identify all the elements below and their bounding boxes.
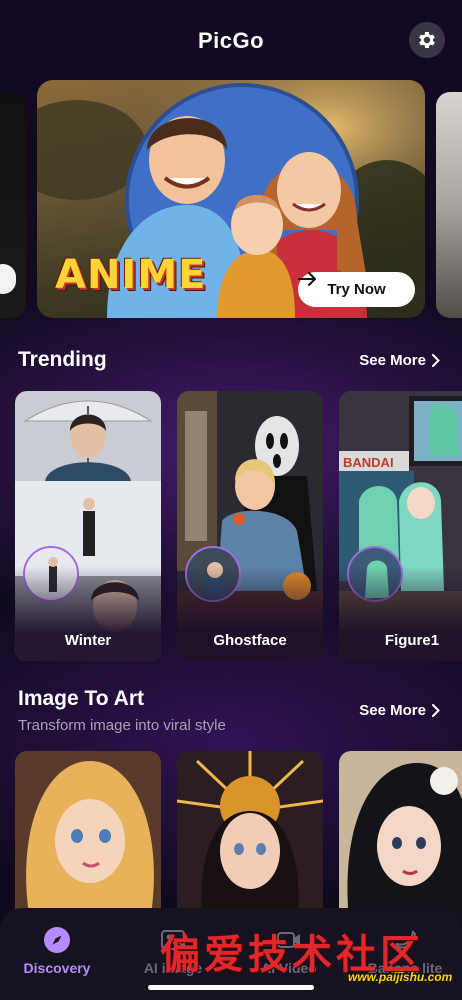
app-title: PicGo [197,28,265,53]
art-card-flower-girl[interactable] [339,751,462,921]
app-screen: PicGo ANIME Try Now Trending See More Wi… [0,0,462,1000]
arrow-right-icon [298,272,316,286]
trending-card-winter[interactable]: Winter [15,391,161,661]
flower-girl-artwork [339,751,462,921]
trending-see-more-button[interactable]: See More [359,352,440,369]
watermark-url: www.paijishu.com [348,970,453,984]
chevron-right-icon [432,354,440,367]
try-now-label: Try Now [327,281,386,298]
see-more-label: See More [359,352,426,369]
see-more-label: See More [359,702,426,719]
banner-prev-button[interactable] [0,264,16,294]
image-to-art-title: Image To Art [18,687,145,710]
banner-card[interactable]: ANIME Try Now [37,80,425,318]
gear-icon [419,32,435,48]
header: PicGo [0,0,462,80]
trending-title: Trending [18,348,107,371]
settings-button[interactable] [409,22,445,58]
watermark: 偏爱技术社区 www.paijishu.com [160,918,460,988]
golden-crown-artwork [177,751,323,921]
image-to-art-subtitle: Transform image into viral style [18,717,226,734]
compass-icon [44,927,70,953]
card-label: Ghostface [213,632,287,649]
trending-card-figure1[interactable]: BANDAI Figure1 [339,391,462,661]
home-indicator[interactable] [148,985,314,990]
banner-tag: ANIME [55,252,207,298]
card-label: Figure1 [384,632,440,649]
banner-next-card[interactable] [436,92,462,318]
image-to-art-see-more-button[interactable]: See More [359,702,440,719]
svg-text:BANDAI: BANDAI [343,455,394,470]
nav-discovery[interactable]: Discovery [7,926,107,976]
trending-card-ghostface[interactable]: Ghostface [177,391,323,661]
chevron-right-icon [432,704,440,717]
banner-prev-card[interactable] [0,92,26,318]
card-label: Winter [64,632,112,649]
art-card-golden-crown[interactable] [177,751,323,921]
nav-label: Discovery [23,960,91,976]
golden-hair-artwork [15,751,161,921]
try-now-button[interactable]: Try Now [298,272,415,307]
art-card-golden-hair[interactable] [15,751,161,921]
